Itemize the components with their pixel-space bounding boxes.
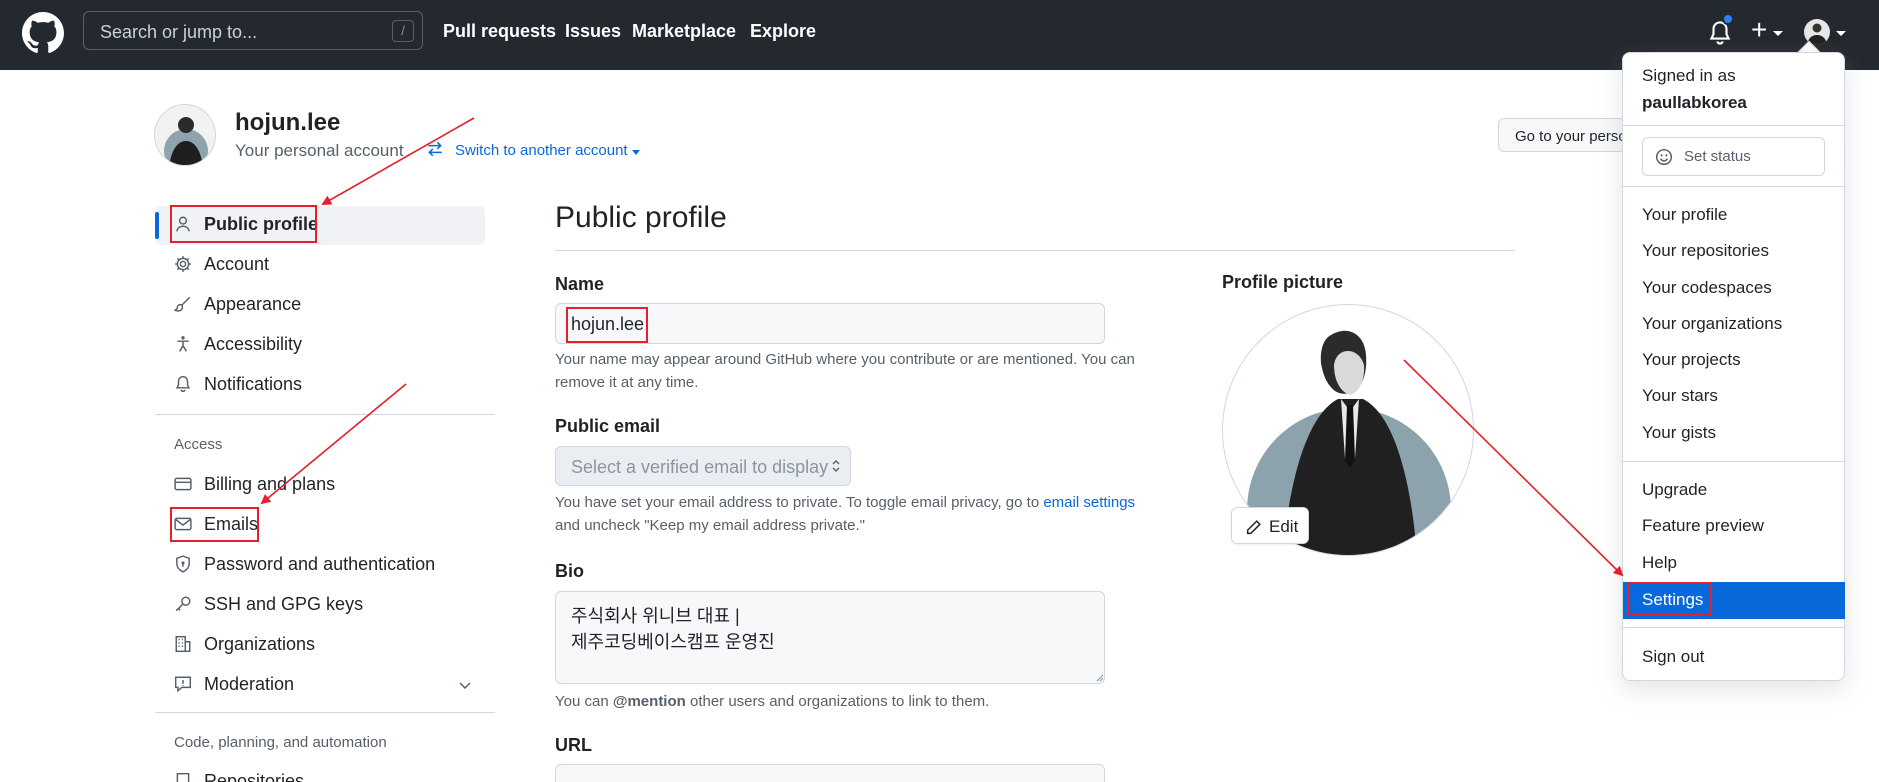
annotation-box-emails [170,507,259,542]
sidebar-heading-access: Access [174,436,223,453]
sidebar-item-label: Moderation [204,674,295,694]
menu-your-codespaces[interactable]: Your codespaces [1642,278,1772,298]
set-status-button[interactable]: Set status [1642,137,1825,176]
account-subtitle: Your personal account [235,141,404,160]
create-caret-icon[interactable] [1773,31,1783,36]
github-logo-icon[interactable] [22,12,64,54]
annotation-box-public-profile [170,205,317,243]
annotation-arrow-public-profile [321,117,475,205]
bio-value[interactable]: 주식회사 위니브 대표 | 제주코딩베이스캠프 운영진 [571,603,775,655]
url-input[interactable] [555,764,1105,782]
menu-feature-preview[interactable]: Feature preview [1642,516,1764,536]
menu-divider [1623,125,1845,126]
search-placeholder: Search or jump to... [100,22,258,42]
name-label: Name [555,274,605,294]
menu-your-organizations[interactable]: Your organizations [1642,314,1782,334]
url-label: URL [555,735,592,755]
public-email-select[interactable]: Select a verified email to display [555,446,851,486]
accessibility-icon [177,336,189,352]
edit-button-label: Edit [1269,517,1299,536]
menu-your-repositories[interactable]: Your repositories [1642,241,1769,261]
menu-your-profile[interactable]: Your profile [1642,205,1727,225]
account-name: hojun.lee [235,109,341,136]
avatar-caret-icon[interactable] [1836,31,1846,36]
smiley-icon [1655,148,1673,166]
page-title: Public profile [555,201,727,234]
sidebar-divider [155,414,495,415]
switch-account-caret-icon[interactable] [632,150,640,155]
menu-upgrade[interactable]: Upgrade [1642,480,1707,500]
pencil-icon [1246,520,1261,535]
arrow-switch-icon[interactable] [426,140,444,158]
sidebar-item-label: Notifications [204,374,303,394]
menu-help[interactable]: Help [1642,553,1677,573]
sidebar-item-label: Password and authentication [204,554,436,574]
signed-in-username: paullabkorea [1642,93,1747,112]
sidebar-active-indicator [155,212,159,239]
menu-your-gists[interactable]: Your gists [1642,423,1716,443]
menu-sign-out[interactable]: Sign out [1642,647,1704,667]
signed-in-as-label: Signed in as [1642,66,1736,85]
annotation-box-settings [1627,582,1712,616]
public-email-help-text: You have set your email address to priva… [555,491,1155,537]
sidebar-item-label: Repositories [204,771,305,782]
menu-your-projects[interactable]: Your projects [1642,350,1741,370]
menu-divider [1623,627,1845,628]
search-shortcut-hint: / [392,20,414,42]
account-avatar [154,104,216,166]
select-arrows-icon [832,460,840,472]
sidebar-item-label: Accessibility [204,334,303,354]
menu-divider [1623,186,1845,187]
nav-pull-requests[interactable]: Pull requests [443,21,556,42]
repo-icon [176,772,190,782]
nav-explore[interactable]: Explore [750,21,816,42]
bio-help-text: You can @mention other users and organiz… [555,690,1155,713]
sidebar-item-label: Appearance [204,294,302,314]
bio-line: 주식회사 위니브 대표 | [571,606,740,626]
bell-icon [175,375,191,393]
unread-indicator [1722,13,1734,25]
public-email-label: Public email [555,416,661,436]
menu-your-stars[interactable]: Your stars [1642,386,1718,406]
profile-picture-label: Profile picture [1222,272,1344,292]
nav-marketplace[interactable]: Marketplace [632,21,736,42]
go-to-profile-button[interactable]: Go to your personal profile [1498,118,1638,152]
credit-card-icon [174,477,192,491]
public-email-placeholder: Select a verified email to display [571,457,829,477]
bio-note-text: You can [555,693,609,710]
sidebar-item-label: Organizations [204,634,316,654]
edit-profile-picture-button[interactable]: Edit [1231,507,1309,544]
sidebar-divider [155,712,495,713]
menu-divider [1623,461,1845,462]
chevron-down-icon[interactable] [457,677,473,693]
report-icon [174,676,192,693]
shield-lock-icon [176,555,190,573]
email-settings-link[interactable]: email settings [1043,494,1135,511]
create-new-icon[interactable]: + [1751,14,1767,46]
bio-note-text-2: other users and organizations to link to… [689,693,990,710]
switch-account-link[interactable]: Switch to another account [455,142,628,159]
title-divider [555,250,1515,251]
sidebar-heading-code: Code, planning, and automation [174,734,387,751]
bio-label: Bio [555,561,584,581]
mention-text: @mention [612,693,686,710]
search-input[interactable]: Search or jump to... / [83,11,423,50]
bio-line: 제주코딩베이스캠프 운영진 [571,632,775,652]
email-note-text: You have set your email address to priva… [555,494,1040,511]
top-header: Search or jump to... / Pull requests Iss… [0,0,1879,70]
key-icon [175,596,191,612]
name-help-text: Your name may appear around GitHub where… [555,351,1135,391]
email-note-text-2: and uncheck "Keep my email address priva… [555,517,865,534]
set-status-label: Set status [1684,148,1751,165]
sidebar-item-label: Account [204,254,270,274]
annotation-box-name [566,307,648,343]
nav-issues[interactable]: Issues [565,21,621,42]
resize-handle-icon[interactable] [1094,672,1104,682]
gear-icon [175,256,191,272]
organization-icon [175,635,191,653]
sidebar-item-label: Billing and plans [204,474,336,494]
paintbrush-icon [174,296,191,312]
sidebar-item-label: SSH and GPG keys [204,594,364,614]
